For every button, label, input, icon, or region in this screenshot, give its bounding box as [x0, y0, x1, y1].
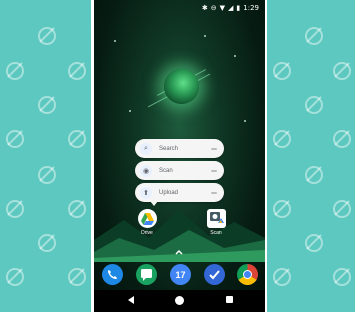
watermark-icon: [333, 268, 351, 286]
watermark-icon: [68, 200, 86, 218]
watermark-icon: [6, 130, 24, 148]
chrome-center-icon: [243, 270, 252, 279]
watermark-icon: [6, 200, 24, 218]
watermark-icon: [305, 27, 323, 45]
wallpaper-star: [204, 35, 206, 37]
drive-scan-icon: [206, 209, 226, 228]
watermark-icon: [68, 62, 86, 80]
watermark-icon: [333, 130, 351, 148]
wifi-icon: ▼: [219, 4, 226, 12]
recent-apps-button[interactable]: [226, 296, 233, 303]
bluetooth-icon: ✱: [201, 4, 208, 12]
shortcut-search[interactable]: ⌕ Search: [135, 139, 224, 158]
calendar-date: 17: [175, 269, 186, 280]
wallpaper-planet: [164, 69, 199, 104]
watermark-icon: [305, 166, 323, 184]
google-drive-icon: [137, 209, 157, 228]
chrome-icon[interactable]: [237, 264, 258, 285]
popup-pointer: [150, 201, 158, 206]
messages-icon[interactable]: [136, 264, 157, 285]
watermark-icon: [38, 234, 56, 252]
upload-icon: ⬆: [140, 186, 152, 199]
dock: 17: [94, 258, 265, 290]
watermark-icon: [305, 234, 323, 252]
do-not-disturb-icon: ⊖: [210, 4, 217, 12]
left-background-panel: [0, 0, 91, 312]
watermark-icon: [333, 62, 351, 80]
status-bar: ✱ ⊖ ▼ ◢ ▮ 1:29: [94, 0, 265, 16]
wallpaper-star: [244, 120, 246, 122]
watermark-icon: [38, 96, 56, 114]
phone-screen: ✱ ⊖ ▼ ◢ ▮ 1:29 ⌕ Search ◉ Scan ⬆ Upload: [94, 0, 265, 312]
camera-icon: ◉: [140, 164, 152, 177]
drag-handle-icon[interactable]: [211, 147, 217, 150]
status-time: 1:29: [243, 4, 259, 12]
calendar-icon[interactable]: 17: [170, 264, 191, 285]
app-drawer-chevron-icon[interactable]: [175, 249, 183, 255]
wallpaper-star: [234, 55, 236, 57]
watermark-icon: [273, 200, 291, 218]
search-icon: ⌕: [140, 142, 152, 155]
watermark-icon: [273, 268, 291, 286]
watermark-icon: [6, 62, 24, 80]
drag-handle-icon[interactable]: [211, 169, 217, 172]
watermark-icon: [38, 27, 56, 45]
tasks-icon[interactable]: [204, 264, 225, 285]
right-background-panel: [267, 0, 355, 312]
wallpaper-star: [114, 40, 116, 42]
signal-icon: ◢: [228, 4, 234, 12]
navigation-bar: [94, 290, 265, 312]
shortcut-upload[interactable]: ⬆ Upload: [135, 183, 224, 202]
watermark-icon: [273, 62, 291, 80]
app-drive[interactable]: Drive: [132, 209, 162, 236]
phone-icon[interactable]: [102, 264, 123, 285]
watermark-icon: [38, 166, 56, 184]
watermark-icon: [305, 96, 323, 114]
watermark-icon: [273, 130, 291, 148]
wallpaper-star: [129, 110, 131, 112]
watermark-icon: [68, 130, 86, 148]
drag-handle-icon[interactable]: [211, 191, 217, 194]
shortcut-scan[interactable]: ◉ Scan: [135, 161, 224, 180]
app-scan[interactable]: Scan: [201, 209, 231, 236]
watermark-icon: [6, 268, 24, 286]
battery-icon: ▮: [236, 4, 241, 12]
back-button[interactable]: [128, 296, 134, 304]
watermark-icon: [333, 200, 351, 218]
watermark-icon: [68, 268, 86, 286]
home-button[interactable]: [175, 296, 184, 305]
